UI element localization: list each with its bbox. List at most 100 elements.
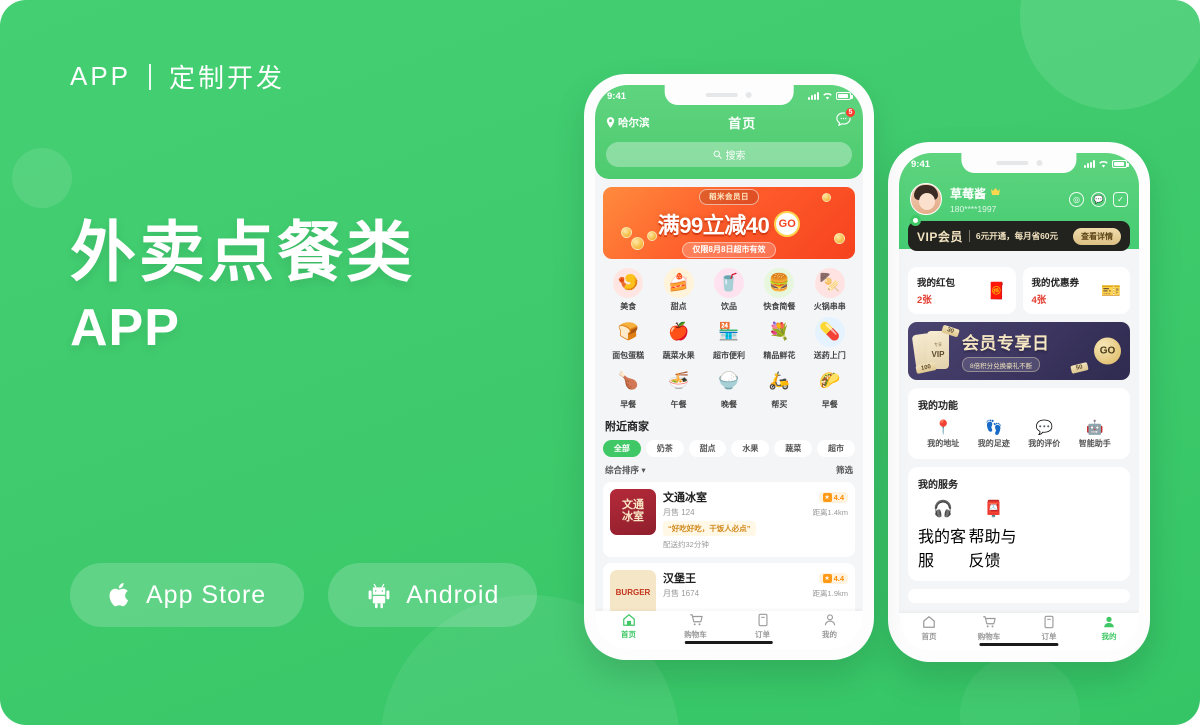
notch-speaker (996, 161, 1028, 165)
my-services-title: 我的服务 (918, 480, 958, 491)
member-day-go-button[interactable]: GO (1094, 337, 1121, 365)
table-row[interactable]: 文通 冰室 文通冰室 ★ 4.4 月售 124 距离1.4km “好吃好吃，干饭… (603, 482, 855, 557)
service-item-feedback[interactable]: 📮 帮助与反馈 (969, 499, 1020, 571)
tab-label: 购物车 (684, 629, 707, 639)
tab-profile[interactable]: 我的 (796, 613, 863, 640)
wallet-card-coupon[interactable]: 我的优惠券 4张 🎫 (1022, 267, 1130, 314)
profile-user-row[interactable]: 草莓酱 180****1997 ◎ 💬 ✓ (899, 175, 1139, 215)
promo-main-text: 满99立减40 (657, 212, 770, 238)
settings-icon[interactable]: ◎ (1069, 191, 1084, 207)
function-label: 我的地址 (927, 439, 960, 448)
function-item-footprint[interactable]: 👣 我的足迹 (969, 420, 1020, 449)
promo-banner[interactable]: 稻米会员日 满99立减40 GO 仅限8月8日超市有效 (603, 187, 855, 259)
filter-pill-vegetable[interactable]: 蔬菜 (774, 440, 813, 457)
checkin-icon[interactable]: ✓ (1113, 191, 1128, 207)
category-icon: 🍤 (613, 268, 644, 298)
category-item[interactable]: 🍔 快食简餐 (754, 268, 804, 312)
shop-header: 汉堡王 ★ 4.4 (663, 570, 848, 586)
tab-profile[interactable]: 我的 (1079, 615, 1139, 642)
shop-rating: 4.4 (833, 492, 844, 502)
category-item[interactable]: 🍜 午餐 (653, 366, 703, 410)
promo-main-row: 满99立减40 GO (657, 208, 801, 240)
tab-cart[interactable]: 购物车 (662, 613, 729, 640)
category-item[interactable]: 💊 送药上门 (805, 317, 855, 361)
category-label: 精品鲜花 (763, 351, 796, 360)
service-item-support[interactable]: 🎧 我的客服 (918, 499, 969, 571)
star-icon: ★ (822, 573, 832, 583)
category-item[interactable]: 🍰 甜点 (653, 268, 703, 312)
profile-header-actions: ◎ 💬 ✓ (1069, 191, 1128, 207)
category-item[interactable]: 💐 精品鲜花 (754, 317, 804, 361)
avatar[interactable] (910, 183, 942, 215)
status-indicators (1084, 160, 1129, 169)
category-item[interactable]: 🍗 早餐 (603, 366, 653, 410)
function-label: 我的足迹 (977, 439, 1010, 448)
sort-dropdown[interactable]: 综合排序 ▾ (605, 464, 646, 476)
category-label: 面包蛋糕 (612, 351, 645, 360)
category-item[interactable]: 🥤 饮品 (704, 268, 754, 312)
filter-pill-all[interactable]: 全部 (603, 440, 641, 457)
category-label: 美食 (620, 302, 637, 311)
category-label: 饮品 (720, 302, 737, 311)
filter-pill-milktea[interactable]: 奶茶 (645, 440, 684, 457)
category-item[interactable]: 🍢 火锅串串 (805, 268, 855, 312)
message-icon[interactable]: 💬 (1091, 191, 1106, 207)
category-item[interactable]: 🍎 蔬菜水果 (653, 317, 703, 361)
phone-notch (664, 85, 794, 105)
my-services-panel: 我的服务 🎧 我的客服 📮 帮助与反馈 (908, 467, 1130, 581)
category-icon: 🍰 (663, 268, 694, 298)
vip-desc: 6元开通，每月省60元 (975, 231, 1059, 241)
search-input[interactable]: 搜索 (606, 142, 852, 167)
battery-icon (836, 92, 853, 100)
location-selector[interactable]: 哈尔滨 (606, 115, 650, 130)
promo-text-block: APP 定制开发 外卖点餐类 APP (70, 58, 540, 358)
shop-info: 文通冰室 ★ 4.4 月售 124 距离1.4km “好吃好吃，干饭人必点” 配… (663, 489, 848, 550)
tab-home[interactable]: 首页 (595, 613, 662, 640)
filter-pill-supermarket[interactable]: 超市 (817, 440, 855, 457)
shop-sales: 月售 124 (663, 508, 695, 517)
function-item-review[interactable]: 💬 我的评价 (1019, 420, 1070, 449)
tab-cart[interactable]: 购物车 (959, 615, 1019, 642)
function-item-address[interactable]: 📍 我的地址 (918, 420, 969, 449)
user-info: 草莓酱 180****1997 (950, 185, 1001, 214)
vip-banner-bar[interactable]: VIP会员 6元开通，每月省60元 查看详情 (908, 215, 1130, 251)
member-day-text: 会员专享日 8倍积分兑换豪礼不断 (962, 329, 1050, 373)
tab-home[interactable]: 首页 (899, 615, 959, 642)
app-store-button[interactable]: App Store (70, 563, 305, 627)
category-label: 帮买 (771, 400, 788, 409)
message-button[interactable]: 5 (835, 107, 856, 133)
category-item[interactable]: 🍤 美食 (603, 268, 653, 312)
category-icon: 💐 (768, 322, 790, 341)
category-item[interactable]: 🛵 帮买 (754, 366, 804, 410)
tab-order[interactable]: 订单 (1019, 615, 1079, 642)
decor-circle-4 (960, 655, 1080, 725)
phone-notch (961, 153, 1077, 173)
category-item[interactable]: 🍞 面包蛋糕 (603, 317, 653, 361)
home-body: 稻米会员日 满99立减40 GO 仅限8月8日超市有效 🍤 美食 🍰 甜点 🥤 饮品 … (595, 179, 863, 649)
home-screen: 9:41 哈尔滨 首页 5 搜索 稻米会员日 满99立减40 GO 仅限8月8日… (595, 85, 863, 649)
vip-detail-button[interactable]: 查看详情 (1073, 227, 1121, 245)
tab-order[interactable]: 订单 (729, 613, 796, 640)
filter-pill-dessert[interactable]: 甜点 (688, 440, 727, 457)
home-nav-bar: 哈尔滨 首页 5 (595, 107, 863, 133)
promo-go-button[interactable]: GO (774, 210, 801, 237)
filter-button[interactable]: 筛选 (836, 464, 853, 476)
android-button[interactable]: Android (328, 563, 538, 627)
shop-meta: 月售 1674 距离1.9km (663, 588, 848, 599)
shop-rating: 4.4 (833, 573, 844, 583)
category-item[interactable]: 🍚 晚餐 (704, 366, 754, 410)
category-item[interactable]: 🏪 超市便利 (704, 317, 754, 361)
category-item[interactable]: 🌮 早餐 (805, 366, 855, 410)
shop-header: 文通冰室 ★ 4.4 (663, 489, 848, 505)
comment-icon: 💬 (1035, 419, 1053, 435)
apple-icon (108, 581, 132, 609)
wallet-card-redpacket[interactable]: 我的红包 2张 🧧 (908, 267, 1016, 314)
function-item-assistant[interactable]: 🤖 智能助手 (1070, 420, 1121, 449)
member-day-title: 会员专享日 (962, 334, 1050, 354)
phone-mockup-home: 9:41 哈尔滨 首页 5 搜索 稻米会员日 满99立减40 GO 仅限8月8日… (584, 74, 874, 660)
coin-decor (621, 227, 632, 238)
member-day-banner[interactable]: 专享 VIP 100 30 会员专享日 8倍积分兑换豪礼不断 50 GO (908, 322, 1130, 380)
category-icon: 🥤 (713, 268, 744, 298)
category-icon: 🍜 (668, 371, 690, 390)
filter-pill-fruit[interactable]: 水果 (731, 440, 770, 457)
